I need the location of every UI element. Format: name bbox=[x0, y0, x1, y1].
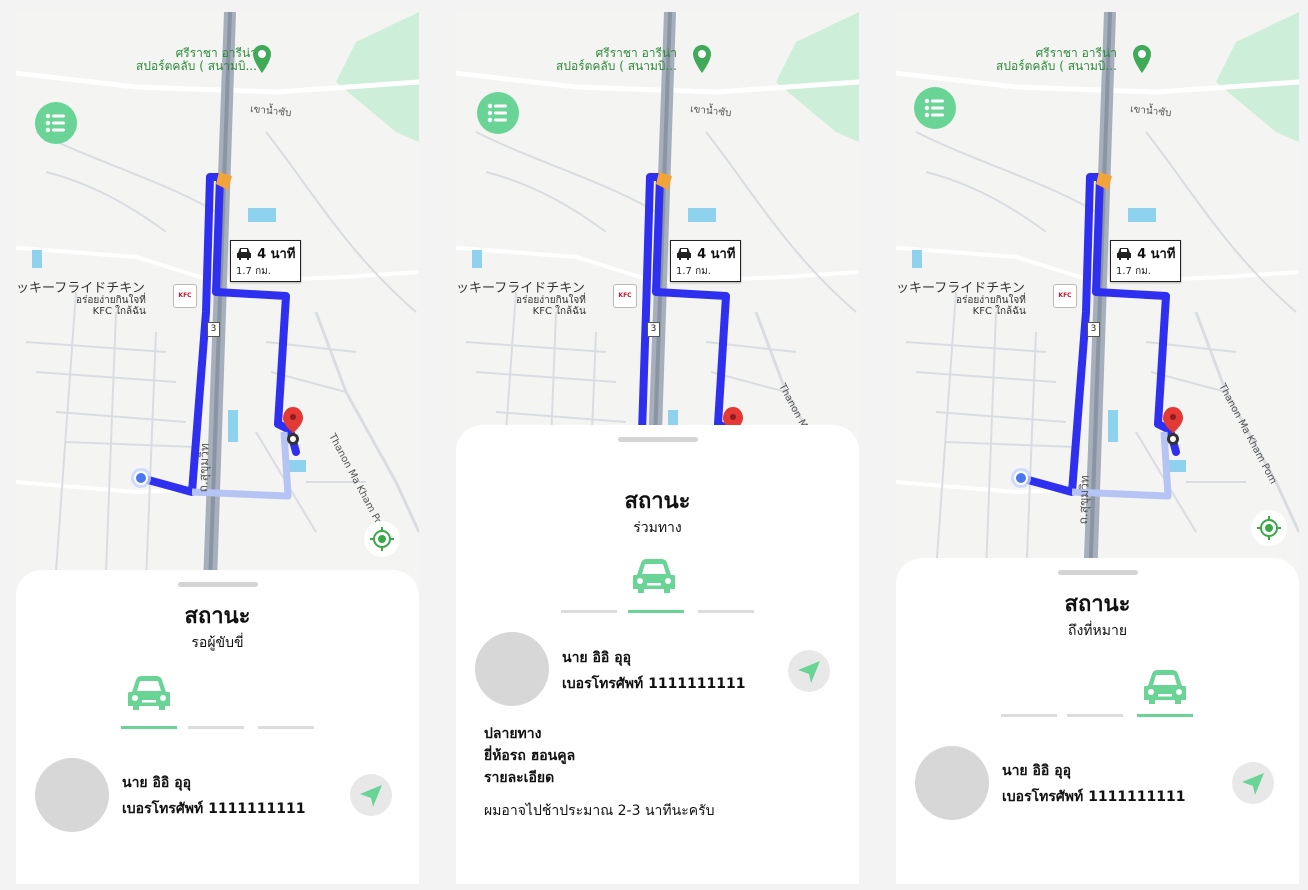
progress-step-3 bbox=[698, 610, 754, 613]
poi-label: ศรีราชา อารีน่า สปอร์ตคลับ ( สนามบิ... bbox=[556, 46, 677, 73]
screen-waiting: ศรีราชา อารีน่า สปอร์ตคลับ ( สนามบิ... เข… bbox=[16, 12, 419, 884]
list-button[interactable] bbox=[35, 102, 77, 144]
navigate-button[interactable] bbox=[788, 650, 830, 692]
eta-distance: 1.7 กม. bbox=[676, 266, 711, 277]
driver-message: ผมอาจไปช้าประมาณ 2-3 นาทีนะครับ bbox=[484, 803, 715, 819]
status-title: สถานะ bbox=[624, 489, 691, 514]
progress-step-2 bbox=[1067, 714, 1123, 717]
poi-pin-icon bbox=[693, 45, 711, 73]
details-label: รายละเอียด bbox=[484, 770, 555, 786]
car-icon bbox=[128, 676, 170, 710]
driver-phone: เบอรโทรศัพท์ 1111111111 bbox=[122, 801, 306, 817]
car-icon bbox=[1117, 248, 1131, 260]
list-icon bbox=[45, 113, 65, 133]
route-shield: 3 bbox=[207, 322, 220, 337]
send-icon bbox=[360, 785, 382, 807]
car-icon bbox=[633, 559, 675, 593]
kfc-logo: KFC bbox=[1053, 284, 1077, 308]
my-location-icon bbox=[369, 526, 395, 552]
driver-name: นาย อิอิ อุอุ bbox=[1002, 763, 1072, 779]
progress-step-1 bbox=[1001, 714, 1057, 717]
restaurant-label: ッキーフライドチキン bbox=[16, 281, 145, 296]
send-icon bbox=[798, 661, 820, 683]
status-title: สถานะ bbox=[1064, 592, 1131, 617]
my-location-button[interactable] bbox=[364, 521, 400, 557]
avatar bbox=[475, 632, 549, 706]
sheet-handle[interactable] bbox=[177, 582, 258, 587]
list-icon bbox=[924, 98, 944, 118]
map-view[interactable]: ศรีราชา อารีน่า สปอร์ตคลับ ( สนามบิ... เข… bbox=[16, 12, 419, 612]
car-icon bbox=[237, 248, 251, 260]
screen-riding: ศรีราชา อารีน่า สปอร์ตคลับ ( สนามบิ... เข… bbox=[456, 12, 859, 884]
car-icon bbox=[677, 248, 691, 260]
eta-callout: 4 นาที 1.7 กม. bbox=[670, 240, 742, 282]
route-shield: 3 bbox=[647, 322, 660, 337]
driver-phone: เบอรโทรศัพท์ 1111111111 bbox=[562, 676, 746, 692]
status-sheet: สถานะ รอผู้ขับขี่ นาย อิอิ อุอุ เบอรโทรศ… bbox=[16, 570, 419, 884]
progress-step-2 bbox=[628, 610, 684, 613]
progress-step-3 bbox=[258, 726, 314, 729]
avatar bbox=[915, 746, 989, 820]
eta-callout: 4 นาที 1.7 กม. bbox=[230, 240, 302, 282]
poi-label: ศรีราชา อารีน่า สปอร์ตคลับ ( สนามบิ... bbox=[136, 46, 257, 73]
progress-step-1 bbox=[561, 610, 617, 613]
my-location-icon bbox=[1256, 515, 1282, 541]
restaurant-sublabel: อร่อยง่ายกินใจที่ KFC ใกล้ฉัน bbox=[76, 295, 146, 317]
status-text: ร่วมทาง bbox=[633, 520, 682, 536]
sheet-handle[interactable] bbox=[1057, 570, 1138, 575]
car-brand: ยี่ห้อรถ ฮอนคูล bbox=[484, 748, 576, 764]
eta-time: 4 นาที bbox=[1137, 247, 1176, 262]
kfc-logo: KFC bbox=[173, 284, 197, 308]
sheet-handle[interactable] bbox=[617, 437, 698, 442]
progress-step-2 bbox=[188, 726, 244, 729]
poi-pin-icon bbox=[253, 45, 271, 73]
poi-pin-icon bbox=[1133, 45, 1151, 73]
restaurant-sublabel: อร่อยง่ายกินใจที่ KFC ใกล้ฉัน bbox=[956, 295, 1026, 317]
route-shield: 3 bbox=[1087, 322, 1100, 337]
list-icon bbox=[487, 103, 507, 123]
car-icon bbox=[1144, 670, 1186, 704]
screen-arrived: ศรีราชา อารีน่า สปอร์ตคลับ ( สนามบิ... เข… bbox=[896, 12, 1299, 884]
eta-time: 4 นาที bbox=[697, 247, 736, 262]
list-button[interactable] bbox=[477, 92, 519, 134]
eta-time: 4 นาที bbox=[257, 247, 296, 262]
map-view[interactable]: ศรีราชา อารีน่า สปอร์ตคลับ ( สนามบิ... เข… bbox=[896, 12, 1299, 612]
status-sheet: สถานะ ถึงที่หมาย นาย อิอิ อุอุ เบอรโทรศั… bbox=[896, 558, 1299, 884]
avatar bbox=[35, 758, 109, 832]
progress-step-1 bbox=[121, 726, 177, 729]
road-label: ถ.สุขุมวิท bbox=[195, 442, 212, 493]
driver-name: นาย อิอิ อุอุ bbox=[562, 650, 632, 666]
navigate-button[interactable] bbox=[1232, 762, 1274, 804]
status-text: รอผู้ขับขี่ bbox=[191, 635, 244, 651]
status-title: สถานะ bbox=[184, 604, 251, 629]
restaurant-sublabel: อร่อยง่ายกินใจที่ KFC ใกล้ฉัน bbox=[516, 295, 586, 317]
status-sheet: สถานะ ร่วมทาง นาย อิอิ อุอุ เบอรโทรศัพท์… bbox=[456, 425, 859, 884]
road-label: ถ.สุขุมวิท bbox=[1075, 474, 1092, 525]
destination-label: ปลายทาง bbox=[484, 726, 542, 742]
my-location-button[interactable] bbox=[1251, 510, 1287, 546]
navigate-button[interactable] bbox=[350, 774, 392, 816]
status-text: ถึงที่หมาย bbox=[1067, 623, 1128, 639]
list-button[interactable] bbox=[914, 87, 956, 129]
eta-callout: 4 นาที 1.7 กม. bbox=[1110, 240, 1182, 282]
send-icon bbox=[1242, 773, 1264, 795]
kfc-logo: KFC bbox=[613, 284, 637, 308]
poi-label: ศรีราชา อารีน่า สปอร์ตคลับ ( สนามบิ... bbox=[996, 46, 1117, 73]
eta-distance: 1.7 กม. bbox=[1116, 266, 1151, 277]
restaurant-label: ッキーフライドチキン bbox=[456, 281, 585, 296]
eta-distance: 1.7 กม. bbox=[236, 266, 271, 277]
progress-step-3 bbox=[1137, 714, 1193, 717]
driver-phone: เบอรโทรศัพท์ 1111111111 bbox=[1002, 789, 1186, 805]
restaurant-label: ッキーフライドチキン bbox=[896, 281, 1025, 296]
driver-name: นาย อิอิ อุอุ bbox=[122, 775, 192, 791]
